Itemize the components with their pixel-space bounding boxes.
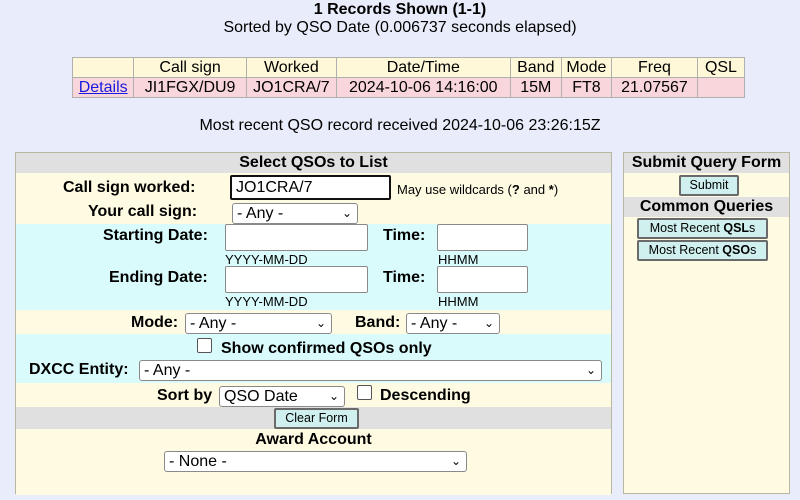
ending-time-input[interactable] — [437, 266, 528, 293]
wildcard-question: ? — [511, 182, 520, 197]
award-account-select[interactable]: - None - ⌄ — [164, 451, 467, 472]
starting-date-input[interactable] — [225, 224, 368, 251]
qsl-cell — [696, 77, 746, 98]
sorted-by-line: Sorted by QSO Date (0.006737 seconds ela… — [223, 19, 577, 36]
submit-query-title: Submit Query Form — [631, 154, 782, 171]
column-header-qsl: QSL — [696, 57, 746, 78]
confirmed-only-checkbox[interactable] — [197, 338, 212, 353]
descending-checkbox[interactable] — [357, 385, 372, 400]
column-header-worked: Worked — [245, 57, 337, 78]
starting-date-label: Starting Date: — [103, 227, 208, 244]
starting-time-input[interactable] — [437, 224, 528, 251]
column-header-details — [71, 57, 135, 78]
most-recent-qsls-prefix: Most Recent — [649, 221, 724, 235]
column-header-band: Band — [509, 57, 562, 78]
chevron-down-icon: ⌄ — [315, 316, 326, 330]
sort-by-value: QSO Date — [224, 388, 298, 405]
results-header-row: Call sign Worked Date/Time Band Mode Fre… — [71, 57, 746, 78]
your-call-select[interactable]: - Any - ⌄ — [232, 203, 358, 224]
most-recent-record-line: Most recent QSO record received 2024-10-… — [199, 117, 601, 134]
chevron-down-icon: ⌄ — [341, 206, 352, 220]
mode-value: - Any - — [190, 315, 237, 332]
start-time-format-hint: HHMM — [438, 252, 479, 267]
dxcc-select[interactable]: - Any - ⌄ — [139, 360, 602, 381]
dxcc-label: DXCC Entity: — [29, 361, 129, 378]
award-account-value: - None - — [169, 453, 227, 470]
results-table: Call sign Worked Date/Time Band Mode Fre… — [71, 57, 746, 98]
call-sign-cell: JI1FGX/DU9 — [133, 77, 247, 98]
call-worked-input[interactable]: JO1CRA/7 — [230, 175, 391, 200]
details-link[interactable]: Details — [79, 79, 128, 96]
mode-label: Mode: — [131, 314, 179, 331]
award-account-title: Award Account — [255, 431, 372, 448]
submit-button[interactable]: Submit — [679, 175, 739, 196]
most-recent-qsls-bold: QSL — [723, 221, 750, 235]
select-qsos-form: Select QSOs to List Call sign worked: JO… — [15, 152, 612, 495]
most-recent-qsos-suffix: s — [750, 243, 757, 257]
most-recent-qsos-prefix: Most Recent — [648, 243, 723, 257]
most-recent-qsls-button[interactable]: Most Recent QSLs — [637, 218, 768, 239]
dxcc-value: - Any - — [144, 362, 191, 379]
start-date-format-hint: YYYY-MM-DD — [225, 252, 308, 267]
ending-time-label: Time: — [383, 269, 426, 286]
sort-by-label: Sort by — [157, 387, 213, 404]
wildcard-hint-prefix: May use wildcards ( — [397, 182, 512, 197]
column-header-date-time: Date/Time — [335, 57, 511, 78]
your-call-value: - Any - — [237, 205, 284, 222]
sort-by-select[interactable]: QSO Date ⌄ — [219, 386, 345, 407]
table-row: Details JI1FGX/DU9 JO1CRA/7 2024-10-06 1… — [71, 77, 746, 98]
common-queries-title: Common Queries — [639, 198, 774, 215]
mode-cell: FT8 — [560, 77, 612, 98]
wildcard-hint-suffix: ) — [553, 182, 559, 197]
chevron-down-icon: ⌄ — [450, 454, 461, 468]
freq-cell: 21.07567 — [610, 77, 698, 98]
column-header-freq: Freq — [610, 57, 698, 78]
confirmed-only-label: Show confirmed QSOs only — [221, 340, 432, 357]
records-shown-title: 1 Records Shown (1-1) — [313, 1, 487, 18]
details-cell: Details — [71, 77, 135, 98]
chevron-down-icon: ⌄ — [585, 363, 596, 377]
end-date-format-hint: YYYY-MM-DD — [225, 294, 308, 309]
date-time-cell: 2024-10-06 14:16:00 — [335, 77, 511, 98]
band-value: - Any - — [411, 315, 458, 332]
band-cell: 15M — [509, 77, 562, 98]
most-recent-qsos-button[interactable]: Most Recent QSOs — [637, 240, 768, 261]
call-worked-label: Call sign worked: — [63, 179, 196, 196]
mode-select[interactable]: - Any - ⌄ — [185, 313, 332, 334]
most-recent-qsls-suffix: s — [749, 221, 756, 235]
chevron-down-icon: ⌄ — [328, 389, 339, 403]
descending-label: Descending — [380, 387, 471, 404]
band-select[interactable]: - Any - ⌄ — [406, 313, 500, 334]
ending-date-input[interactable] — [225, 266, 368, 293]
wildcard-and: and — [519, 182, 549, 197]
wildcard-hint: May use wildcards (? and *) — [397, 182, 558, 197]
column-header-mode: Mode — [560, 57, 612, 78]
column-header-call-sign: Call sign — [133, 57, 247, 78]
submit-query-panel: Submit Query Form Submit Common Queries … — [623, 152, 790, 494]
chevron-down-icon: ⌄ — [483, 316, 494, 330]
ending-date-label: Ending Date: — [109, 269, 208, 286]
starting-time-label: Time: — [383, 227, 426, 244]
band-label: Band: — [355, 314, 401, 331]
end-time-format-hint: HHMM — [438, 294, 479, 309]
most-recent-qsos-bold: QSO — [722, 243, 751, 257]
worked-cell: JO1CRA/7 — [245, 77, 337, 98]
your-call-label: Your call sign: — [88, 203, 198, 220]
clear-form-button[interactable]: Clear Form — [274, 408, 359, 429]
form-title: Select QSOs to List — [239, 154, 388, 171]
